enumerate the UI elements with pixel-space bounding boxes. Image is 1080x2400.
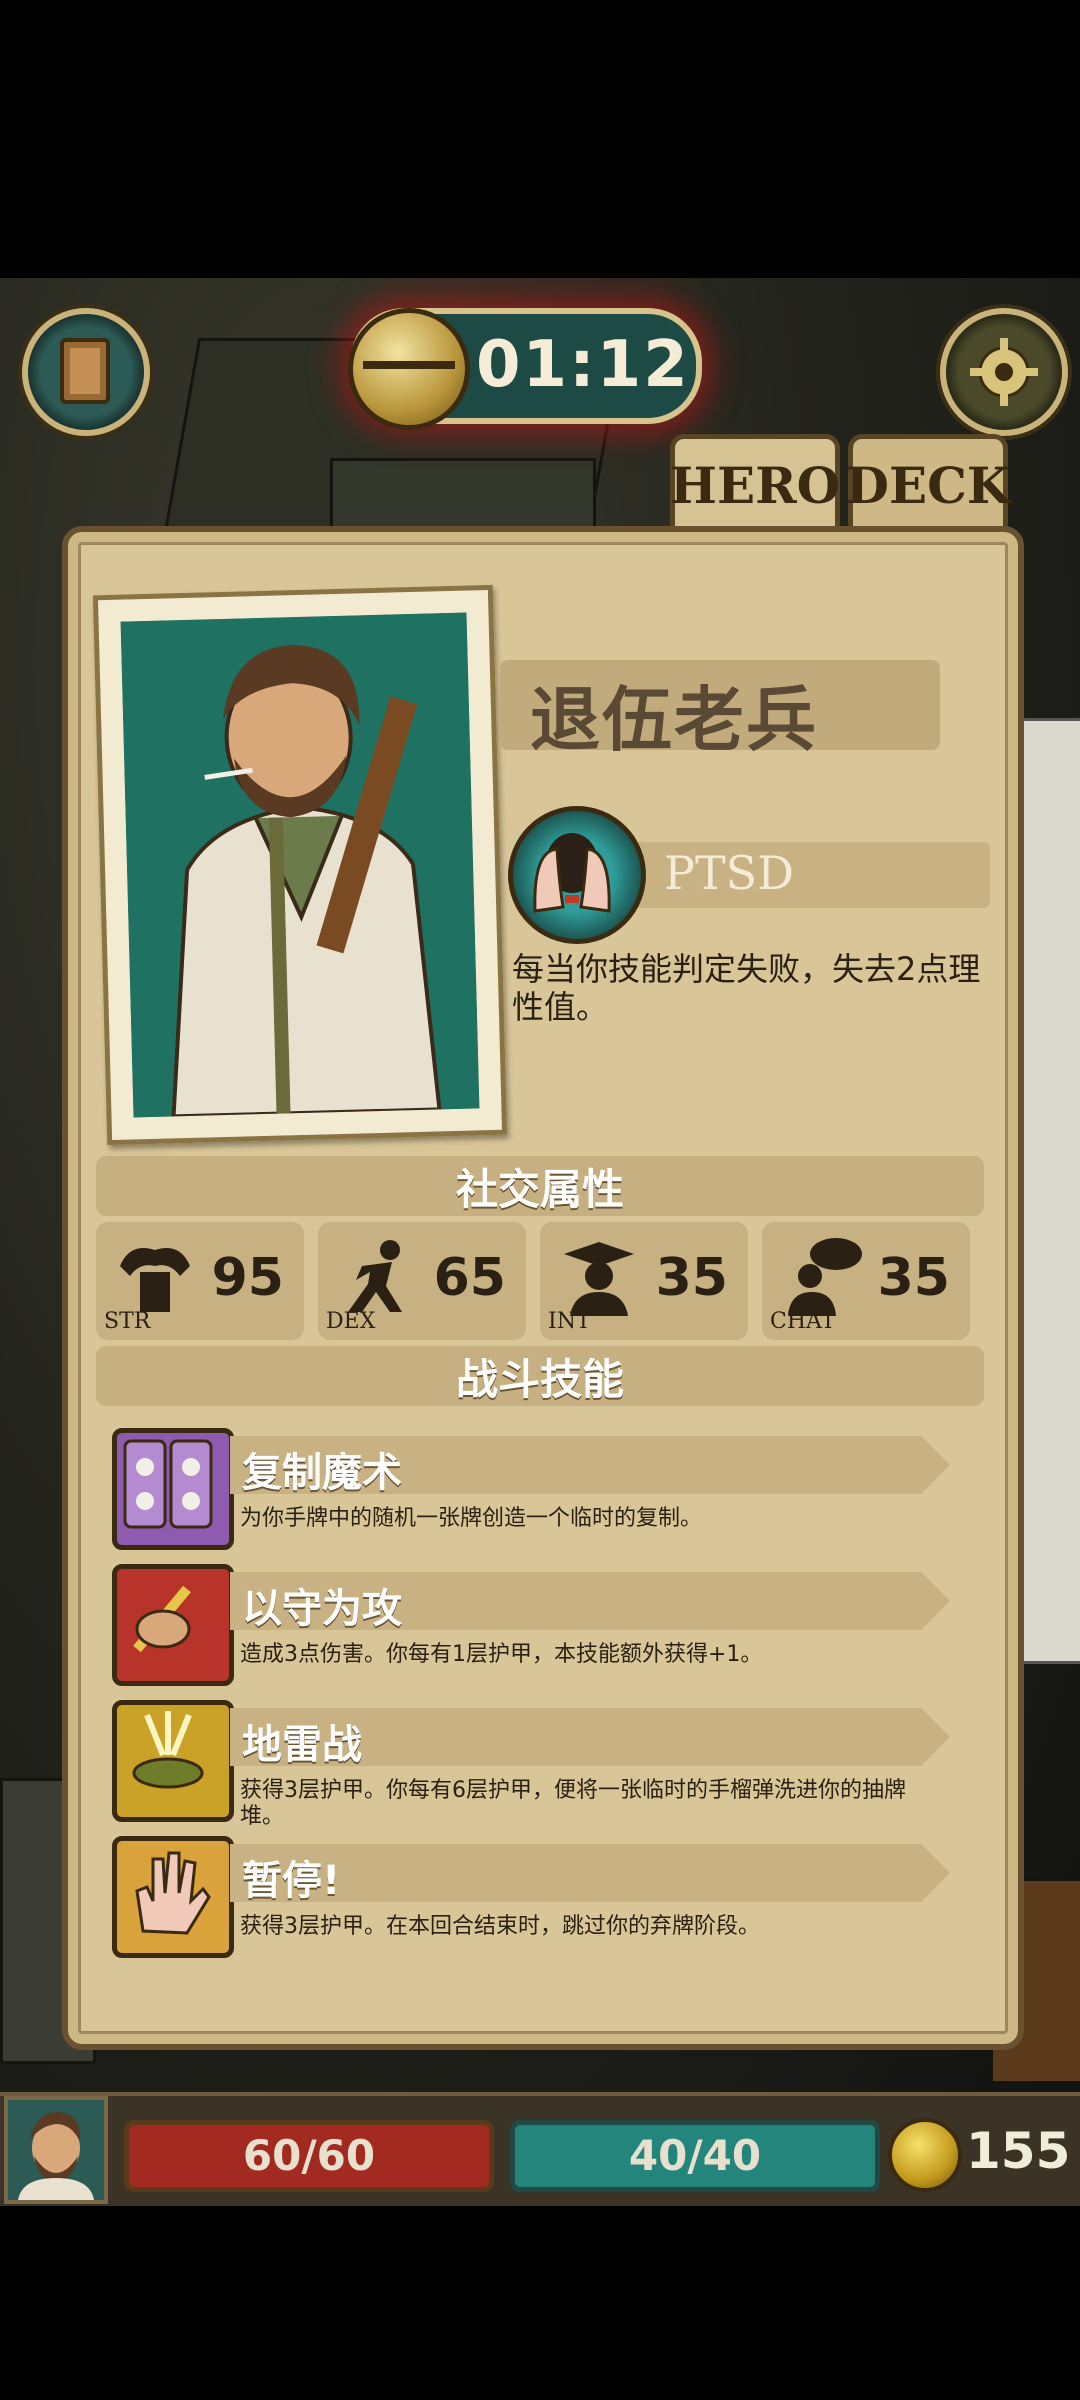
sanity-value: 40/40 (628, 2131, 762, 2180)
combat-skills-title: 战斗技能 (455, 1354, 624, 1404)
sanity-bar: 40/40 (510, 2120, 880, 2192)
hero-name: 退伍老兵 (530, 679, 818, 761)
attribute-dex-value: 65 (433, 1248, 506, 1308)
attribute-str-value: 95 (211, 1248, 284, 1308)
social-attributes-title: 社交属性 (455, 1164, 624, 1214)
skill-name: 地雷战 (242, 1722, 362, 1768)
trait-name: PTSD (664, 846, 795, 900)
gold-coin-icon (888, 2118, 962, 2192)
settings-button[interactable] (940, 308, 1068, 436)
skill-copy-magic-icon (112, 1428, 234, 1550)
trait-icon[interactable] (508, 806, 646, 944)
muscle-icon (120, 1248, 190, 1312)
attribute-chat-value: 35 (877, 1248, 950, 1308)
skill-item[interactable]: 复制魔术 为你手牌中的随机一张牌创造一个临时的复制。 (112, 1428, 952, 1552)
gear-icon (970, 338, 1038, 406)
skill-name: 以守为攻 (242, 1586, 402, 1632)
attribute-int-label: INT (548, 1309, 591, 1334)
social-attributes-header: 社交属性 (96, 1156, 984, 1216)
attribute-chat-label: CHAT (770, 1309, 836, 1334)
attribute-str: 95 STR (96, 1222, 304, 1340)
timer-coin-icon (348, 308, 470, 430)
attribute-int-value: 35 (655, 1248, 728, 1308)
graduate-icon (564, 1242, 634, 1316)
timer-text: 01:12 (476, 328, 690, 402)
journal-button[interactable] (22, 308, 150, 436)
gold-amount: 155 (966, 2122, 1071, 2180)
tab-hero[interactable]: HERO (670, 434, 840, 531)
skill-description: 获得3层护甲。你每有6层护甲，便将一张临时的手榴弹洗进你的抽牌堆。 (240, 1778, 906, 1829)
attribute-str-label: STR (104, 1309, 151, 1334)
skill-item[interactable]: 暂停! 获得3层护甲。在本回合结束时，跳过你的弃牌阶段。 (112, 1836, 952, 1960)
tab-hero-label: HERO (669, 455, 841, 515)
hero-avatar-image (8, 2100, 104, 2200)
attribute-dex-label: DEX (326, 1309, 376, 1334)
skill-description: 为你手牌中的随机一张牌创造一个临时的复制。 (240, 1506, 703, 1531)
head-in-hands-icon (533, 833, 611, 913)
health-value: 60/60 (242, 2131, 376, 2180)
skill-mine-warfare-icon (112, 1700, 234, 1822)
skill-item[interactable]: 地雷战 获得3层护甲。你每有6层护甲，便将一张临时的手榴弹洗进你的抽牌堆。 (112, 1700, 952, 1829)
tab-deck[interactable]: DECK (845, 434, 1011, 531)
turn-timer: 01:12 (348, 308, 702, 430)
hero-portrait-image (120, 612, 480, 1118)
combat-skills-header: 战斗技能 (96, 1346, 984, 1406)
speech-bubble-icon (788, 1238, 862, 1316)
attribute-chat: 35 CHAT (762, 1222, 970, 1340)
skill-name: 暂停! (242, 1858, 341, 1904)
book-icon (60, 338, 110, 404)
trait-description: 每当你技能判定失败，失去2点理性值。 (512, 950, 981, 1026)
hero-portrait (92, 584, 508, 1146)
skill-item[interactable]: 以守为攻 造成3点伤害。你每有1层护甲，本技能额外获得+1。 (112, 1564, 952, 1688)
skill-description: 获得3层护甲。在本回合结束时，跳过你的弃牌阶段。 (240, 1914, 760, 1939)
health-bar: 60/60 (124, 2120, 494, 2192)
skill-description: 造成3点伤害。你每有1层护甲，本技能额外获得+1。 (240, 1642, 763, 1667)
attribute-int: 35 INT (540, 1222, 748, 1340)
running-icon (348, 1240, 402, 1312)
skill-pause-icon (112, 1836, 234, 1958)
skill-defense-as-offense-icon (112, 1564, 234, 1686)
player-avatar[interactable] (4, 2096, 108, 2204)
skill-name: 复制魔术 (242, 1450, 402, 1496)
tab-deck-label: DECK (845, 455, 1011, 515)
attribute-dex: 65 DEX (318, 1222, 526, 1340)
